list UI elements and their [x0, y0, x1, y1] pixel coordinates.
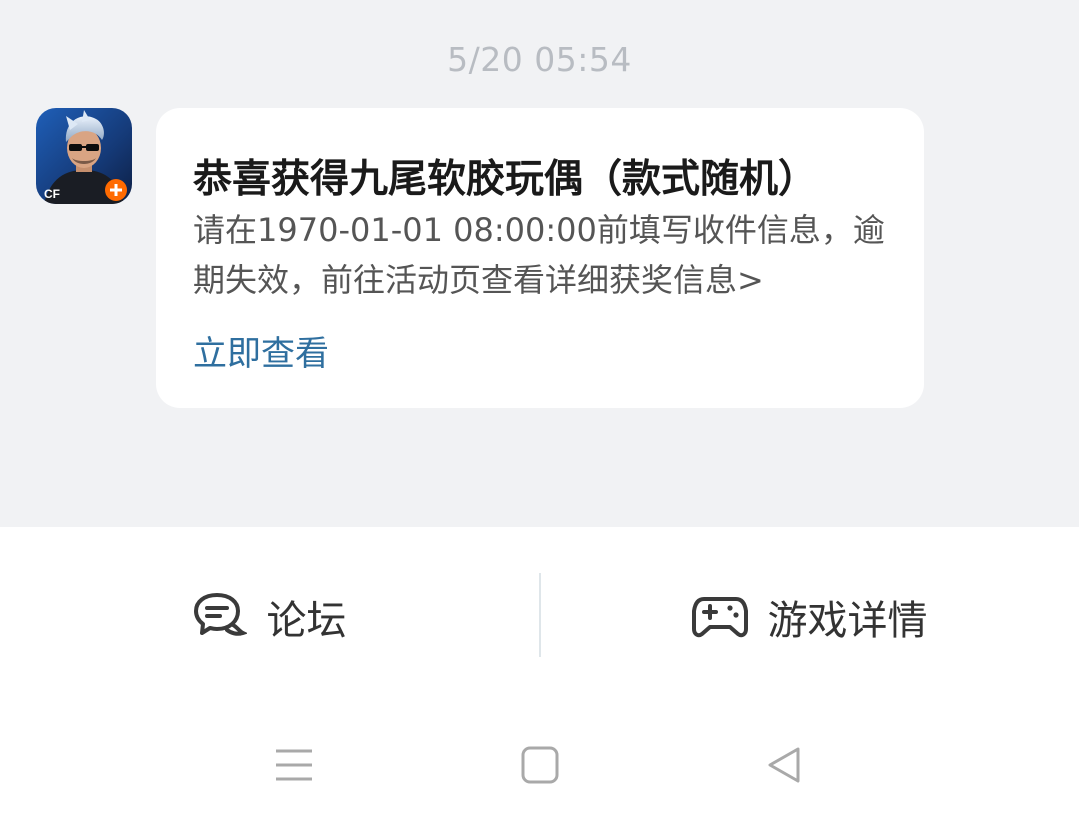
home-button[interactable]: [510, 737, 570, 797]
message-bubble[interactable]: 恭喜获得九尾软胶玩偶（款式随机） 请在1970-01-01 08:00:00前填…: [156, 108, 924, 408]
gamepad-icon: [691, 591, 748, 643]
message-body[interactable]: 请在1970-01-01 08:00:00前填写收件信息，逾期失效，前往活动页查…: [193, 205, 893, 305]
back-button[interactable]: [754, 737, 814, 797]
forum-label: 论坛: [266, 598, 347, 644]
menu-icon: [274, 747, 314, 787]
view-now-link[interactable]: 立即查看: [193, 326, 329, 375]
game-avatar[interactable]: CF: [36, 108, 132, 204]
svg-text:CF: CF: [44, 187, 60, 201]
back-icon: [764, 745, 804, 789]
home-icon: [520, 745, 560, 789]
game-details-label: 游戏详情: [767, 598, 928, 644]
message-title: 恭喜获得九尾软胶玩偶（款式随机）: [193, 157, 818, 202]
menu-button[interactable]: [264, 737, 324, 797]
bottom-action-bar: 论坛 游戏详情: [0, 527, 1079, 707]
forum-button[interactable]: 论坛: [0, 527, 539, 707]
game-details-button[interactable]: 游戏详情: [540, 527, 1079, 707]
message-timestamp: 5/20 05:54: [447, 40, 632, 79]
system-nav-bar: [0, 707, 1079, 834]
chat-bubble-icon: [193, 591, 248, 643]
chat-area: 5/20 05:54 CF 恭喜获得九尾软胶玩偶（款式随机） 请在1970-01…: [0, 0, 1079, 527]
